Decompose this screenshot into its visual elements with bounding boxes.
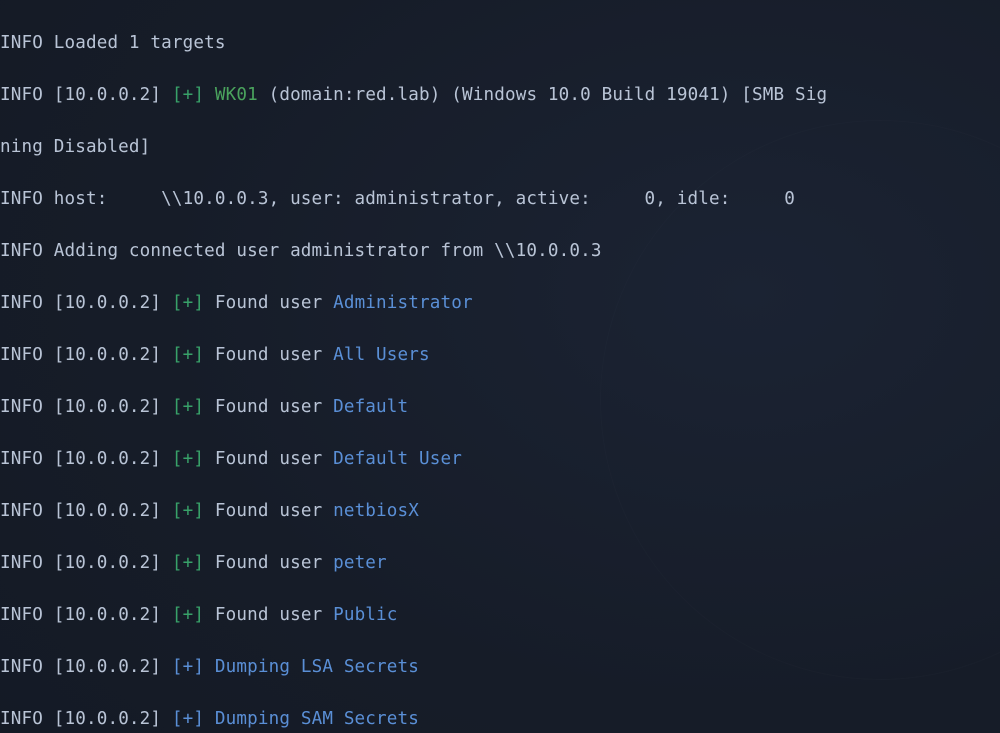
- log-level: INFO: [0, 293, 43, 313]
- host-ip: [10.0.0.2]: [54, 605, 161, 625]
- log-level: INFO: [0, 241, 43, 261]
- log-level: INFO: [0, 657, 43, 677]
- plus-icon: [+]: [172, 449, 204, 469]
- plus-icon: [+]: [172, 657, 204, 677]
- host-ip: [10.0.0.2]: [54, 709, 161, 729]
- log-line: INFO [10.0.0.2] [+] Dumping SAM Secrets: [0, 706, 1000, 732]
- username: All Users: [333, 345, 430, 365]
- host-ip: [10.0.0.2]: [54, 397, 161, 417]
- log-level: INFO: [0, 709, 43, 729]
- log-level: INFO: [0, 449, 43, 469]
- log-line: INFO [10.0.0.2] [+] Found user Public: [0, 602, 1000, 628]
- wrapped-text: ning Disabled]: [0, 137, 150, 157]
- plus-icon: [+]: [172, 345, 204, 365]
- log-line: INFO [10.0.0.2] [+] Found user Default: [0, 394, 1000, 420]
- plus-icon: [+]: [172, 501, 204, 521]
- username: netbiosX: [333, 501, 419, 521]
- log-text: Loaded 1 targets: [54, 33, 226, 53]
- session-info: host: \\10.0.0.3, user: administrator, a…: [54, 189, 795, 209]
- log-text: Adding connected user administrator from…: [54, 241, 602, 261]
- host-ip: [10.0.0.2]: [54, 449, 161, 469]
- host-ip: [10.0.0.2]: [54, 501, 161, 521]
- found-label: Found user: [215, 293, 333, 313]
- username: Default: [333, 397, 408, 417]
- found-label: Found user: [215, 501, 333, 521]
- plus-icon: [+]: [172, 709, 204, 729]
- found-label: Found user: [215, 397, 333, 417]
- log-line: INFO [10.0.0.2] [+] Found user All Users: [0, 342, 1000, 368]
- plus-icon: [+]: [172, 397, 204, 417]
- log-level: INFO: [0, 85, 43, 105]
- log-line: INFO [10.0.0.2] [+] Found user netbiosX: [0, 498, 1000, 524]
- log-level: INFO: [0, 501, 43, 521]
- action-text: Dumping SAM Secrets: [215, 709, 419, 729]
- log-level: INFO: [0, 605, 43, 625]
- username: Default User: [333, 449, 462, 469]
- log-line: INFO [10.0.0.2] [+] Dumping LSA Secrets: [0, 654, 1000, 680]
- log-line: INFO host: \\10.0.0.3, user: administrat…: [0, 186, 1000, 212]
- terminal-output: INFO Loaded 1 targets INFO [10.0.0.2] [+…: [0, 0, 1000, 733]
- host-details: (domain:red.lab) (Windows 10.0 Build 190…: [258, 85, 827, 105]
- plus-icon: [+]: [172, 605, 204, 625]
- log-line: ning Disabled]: [0, 134, 1000, 160]
- username: Administrator: [333, 293, 473, 313]
- log-line: INFO [10.0.0.2] [+] WK01 (domain:red.lab…: [0, 82, 1000, 108]
- username: Public: [333, 605, 397, 625]
- found-label: Found user: [215, 449, 333, 469]
- log-line: INFO Loaded 1 targets: [0, 30, 1000, 56]
- log-line: INFO [10.0.0.2] [+] Found user Administr…: [0, 290, 1000, 316]
- log-level: INFO: [0, 345, 43, 365]
- plus-icon: [+]: [172, 85, 204, 105]
- plus-icon: [+]: [172, 553, 204, 573]
- host-ip: [10.0.0.2]: [54, 345, 161, 365]
- log-level: INFO: [0, 397, 43, 417]
- found-label: Found user: [215, 553, 333, 573]
- host-ip: [10.0.0.2]: [54, 85, 161, 105]
- log-line: INFO Adding connected user administrator…: [0, 238, 1000, 264]
- host-ip: [10.0.0.2]: [54, 657, 161, 677]
- log-line: INFO [10.0.0.2] [+] Found user Default U…: [0, 446, 1000, 472]
- found-label: Found user: [215, 605, 333, 625]
- hostname: WK01: [215, 85, 258, 105]
- log-line: INFO [10.0.0.2] [+] Found user peter: [0, 550, 1000, 576]
- log-level: INFO: [0, 189, 43, 209]
- plus-icon: [+]: [172, 293, 204, 313]
- action-text: Dumping LSA Secrets: [215, 657, 419, 677]
- found-label: Found user: [215, 345, 333, 365]
- username: peter: [333, 553, 387, 573]
- host-ip: [10.0.0.2]: [54, 293, 161, 313]
- log-level: INFO: [0, 553, 43, 573]
- log-level: INFO: [0, 33, 43, 53]
- host-ip: [10.0.0.2]: [54, 553, 161, 573]
